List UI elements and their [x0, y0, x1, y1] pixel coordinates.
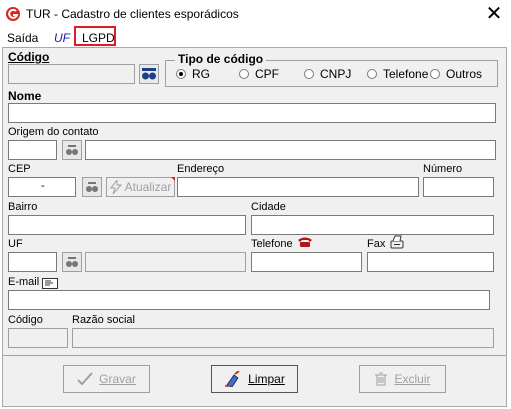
atualizar-button[interactable]: Atualizar [106, 177, 175, 197]
trash-icon [375, 372, 388, 386]
binoculars-icon [66, 145, 78, 155]
cep-search-button[interactable] [82, 177, 102, 197]
origem-description-input[interactable] [85, 140, 496, 160]
footer-separator [3, 355, 506, 356]
telefone-label: Telefone [251, 238, 293, 250]
gravar-label: Gravar [99, 372, 136, 386]
email-input[interactable] [8, 290, 490, 310]
nome-input[interactable] [8, 103, 496, 123]
form-panel: Código Tipo de código RG CPF CNPJ Telefo… [2, 47, 507, 407]
lightning-icon [109, 180, 122, 194]
atualizar-label: Atualizar [124, 180, 172, 194]
limpar-label: Limpar [248, 372, 285, 386]
fax-icon [390, 235, 404, 249]
codigo2-input [8, 328, 68, 348]
cep-mask: - [41, 180, 45, 192]
radio-cnpj[interactable] [304, 69, 314, 79]
razao-input [72, 328, 494, 348]
excluir-button[interactable]: Excluir [359, 365, 446, 393]
cidade-label: Cidade [251, 201, 286, 213]
limpar-button[interactable]: Limpar [211, 365, 298, 393]
atualizar-corner-marker [171, 177, 175, 181]
telefone-input[interactable] [251, 252, 362, 272]
eraser-broom-icon [225, 371, 240, 387]
origem-search-button[interactable] [62, 140, 82, 160]
window-title: TUR - Cadastro de clientes esporádicos [26, 7, 239, 21]
bairro-label: Bairro [8, 201, 38, 213]
binoculars-icon [66, 257, 78, 267]
binoculars-icon [86, 182, 98, 192]
radio-rg[interactable] [176, 69, 186, 79]
app-logo-icon [6, 7, 20, 21]
codigo-label: Código [8, 50, 50, 64]
uf-input[interactable] [8, 252, 57, 272]
razao-label: Razão social [72, 314, 135, 326]
radio-telefone-label: Telefone [383, 67, 429, 81]
cep-label: CEP [8, 163, 31, 175]
numero-label: Número [423, 163, 463, 175]
tipo-codigo-label: Tipo de código [175, 52, 267, 66]
codigo2-label: Código [8, 314, 43, 326]
radio-rg-label: RG [192, 67, 210, 81]
endereco-input[interactable] [177, 177, 419, 197]
fax-label: Fax [367, 238, 386, 250]
radio-outros[interactable] [430, 69, 440, 79]
bairro-input[interactable] [8, 215, 246, 235]
radio-cnpj-label: CNPJ [320, 67, 352, 81]
cidade-input[interactable] [251, 215, 494, 235]
uf-label: UF [8, 238, 23, 250]
radio-cpf[interactable] [239, 69, 249, 79]
excluir-label: Excluir [394, 372, 431, 386]
origem-label: Origem do contato [8, 126, 99, 138]
uf-description-input [85, 252, 246, 272]
numero-input[interactable] [423, 177, 494, 197]
fax-input[interactable] [367, 252, 494, 272]
telephone-icon [298, 237, 312, 247]
email-label: E-mail [8, 276, 40, 288]
cep-input[interactable]: - [8, 177, 76, 197]
endereco-label: Endereço [177, 163, 225, 175]
radio-telefone[interactable] [367, 69, 377, 79]
menu-uf[interactable]: UF [54, 29, 70, 47]
uf-search-button[interactable] [62, 252, 82, 272]
radio-outros-label: Outros [446, 67, 483, 81]
codigo-input[interactable] [8, 64, 135, 84]
checkmark-icon [77, 372, 93, 386]
envelope-icon [42, 278, 58, 289]
menu-saida[interactable]: Saída [7, 29, 38, 47]
radio-cpf-label: CPF [255, 67, 279, 81]
nome-label: Nome [8, 89, 42, 103]
gravar-button[interactable]: Gravar [63, 365, 150, 393]
origem-code-input[interactable] [8, 140, 57, 160]
close-button[interactable]: ✕ [481, 2, 507, 26]
menu-lgpd[interactable]: LGPD [82, 29, 115, 47]
codigo-search-button[interactable] [139, 64, 159, 84]
binoculars-icon [142, 68, 156, 80]
